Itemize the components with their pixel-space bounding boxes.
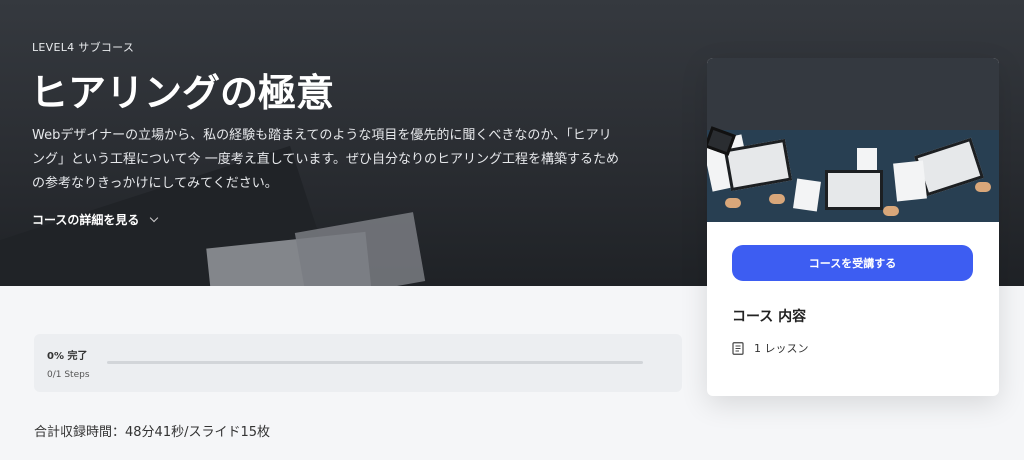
progress-steps: 0/1 Steps — [47, 370, 90, 380]
course-progress: 0% 完了 0/1 Steps — [34, 334, 682, 392]
enroll-course-button[interactable]: コースを受講する — [732, 245, 973, 281]
course-enroll-card: コースを受講する コース 内容 1 レッスン — [707, 58, 999, 396]
progress-percent: 0% 完了 — [47, 351, 88, 362]
course-details-label: コースの詳細を見る — [32, 213, 140, 227]
course-description: Webデザイナーの立場から、私の経験も踏まえてのような項目を優先的に聞くべきなの… — [32, 128, 620, 191]
lesson-count-label: 1 レッスン — [754, 342, 809, 355]
document-icon — [732, 341, 744, 355]
course-content-heading: コース 内容 — [732, 309, 807, 325]
progress-bar — [107, 361, 643, 364]
lesson-count: 1 レッスン — [732, 340, 809, 356]
course-level-label: LEVEL4 サブコース — [32, 41, 135, 54]
chevron-down-icon — [150, 213, 159, 223]
course-title: ヒアリングの極意 — [30, 71, 335, 115]
total-recording-time: 合計収録時間：48分41秒/スライド15枚 — [34, 425, 271, 440]
course-details-toggle[interactable]: コースの詳細を見る — [32, 211, 159, 228]
course-thumbnail — [707, 58, 999, 222]
